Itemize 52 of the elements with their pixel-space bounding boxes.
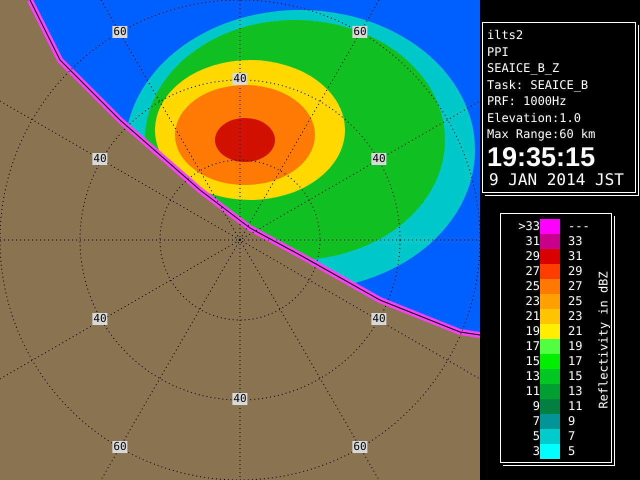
legend-value: 21 xyxy=(524,309,540,323)
legend-value: 21 xyxy=(567,324,584,338)
legend-value: 5 xyxy=(532,429,540,443)
legend-value: 17 xyxy=(567,354,584,368)
legend-value: 15 xyxy=(567,369,584,383)
legend-value: 23 xyxy=(567,309,584,323)
legend-value: 13 xyxy=(524,369,540,383)
info-text: Elevation:1.0 xyxy=(487,110,582,126)
legend-value: 9 xyxy=(567,414,576,428)
time-text: 19:35:15 xyxy=(487,144,596,170)
info-text: Task: SEAICE_B xyxy=(487,76,590,93)
range-label: 40 xyxy=(92,153,108,165)
range-label: 60 xyxy=(112,26,128,38)
legend-value: --- xyxy=(567,219,591,233)
legend-value: 25 xyxy=(524,279,540,293)
legend-value: 23 xyxy=(524,294,540,308)
info-text: SEAICE_B_Z xyxy=(487,60,560,76)
range-label: 40 xyxy=(232,393,248,405)
info-text: PPI xyxy=(487,44,510,60)
legend-value: 11 xyxy=(524,384,540,398)
legend-value: 27 xyxy=(567,279,584,293)
range-label: 40 xyxy=(371,153,387,165)
legend-value: 19 xyxy=(524,324,540,338)
range-label: 40 xyxy=(371,313,387,325)
legend-value: 19 xyxy=(567,339,584,353)
legend-value: 15 xyxy=(524,354,540,368)
legend-value: 7 xyxy=(567,429,576,443)
info-text: Max Range:60 km xyxy=(487,126,596,142)
legend-value: 13 xyxy=(567,384,584,398)
legend-value: 29 xyxy=(567,264,584,278)
legend-value: 31 xyxy=(524,234,540,248)
legend-value: 3 xyxy=(532,444,540,458)
range-label: 60 xyxy=(352,441,368,453)
legend-value: 5 xyxy=(567,444,576,458)
legend-value: 25 xyxy=(567,294,584,308)
range-label: 40 xyxy=(232,73,248,85)
range-label: 40 xyxy=(92,313,108,325)
legend-value: 31 xyxy=(567,249,584,263)
date-text: 9 JAN 2014 JST xyxy=(489,170,624,190)
legend-value: 11 xyxy=(567,399,584,413)
legend-value: 7 xyxy=(532,414,540,428)
legend-value: 27 xyxy=(524,264,540,278)
legend-value: 29 xyxy=(524,249,540,263)
info-text: ilts2 xyxy=(487,27,524,44)
range-label: 60 xyxy=(112,441,128,453)
legend-value: 17 xyxy=(524,339,540,353)
range-label: 60 xyxy=(352,26,368,38)
legend-title: Reflectivity in dBZ xyxy=(597,271,611,409)
info-text: PRF: 1000Hz xyxy=(487,93,568,110)
legend-value: 9 xyxy=(532,399,540,413)
legend-value: 33 xyxy=(567,234,584,248)
legend-value: >33 xyxy=(517,219,540,233)
